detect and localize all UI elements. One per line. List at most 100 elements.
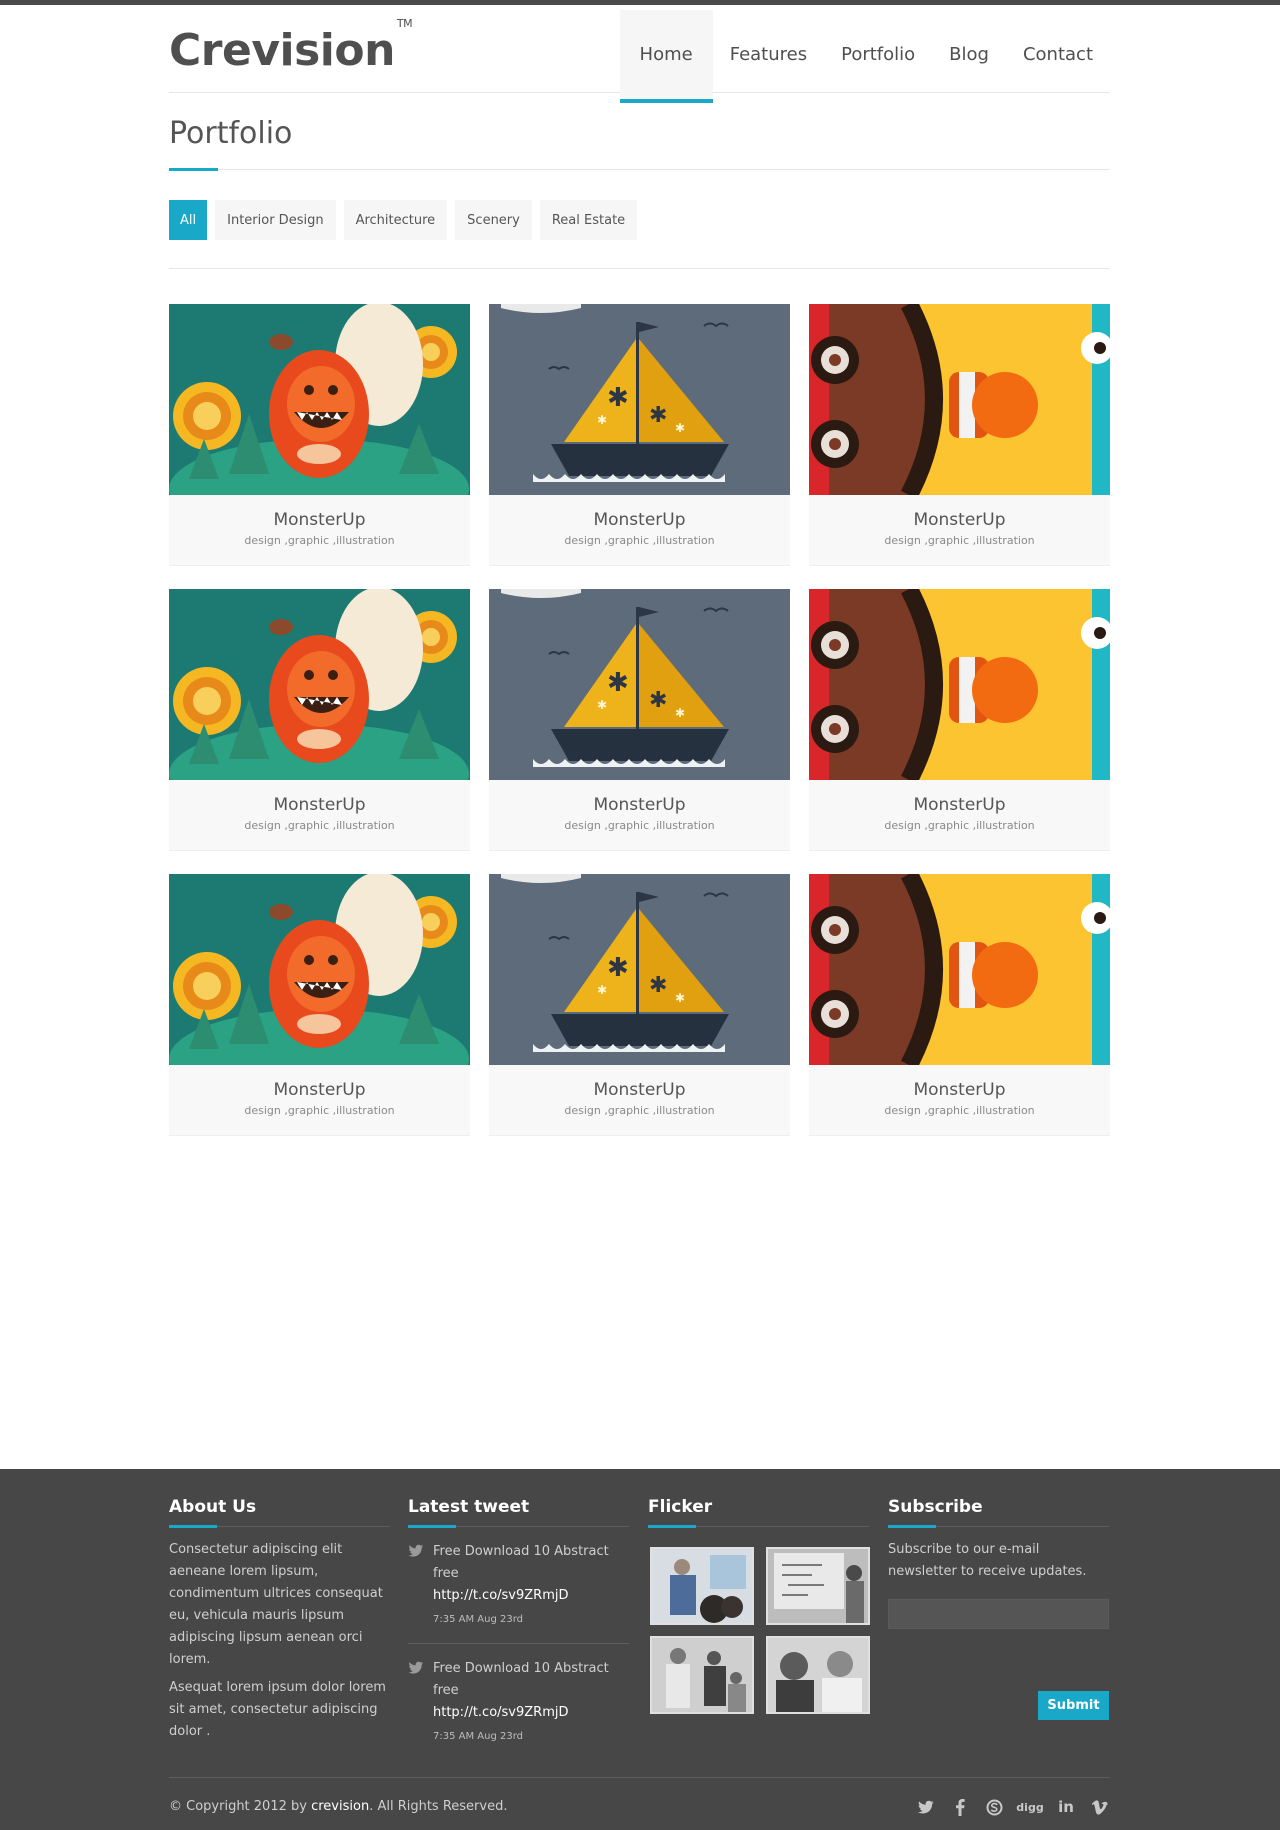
filter-all[interactable]: All xyxy=(169,200,208,240)
portfolio-item[interactable]: MonsterUp design ,graphic ,illustration xyxy=(169,589,470,851)
portfolio-item-tags: design ,graphic ,illustration xyxy=(884,534,1035,547)
copyright-brand-link[interactable]: crevision xyxy=(311,1799,369,1814)
main-nav: Home Features Portfolio Blog Contact xyxy=(619,10,1110,103)
subscribe-email-input[interactable] xyxy=(888,1599,1109,1629)
portfolio-item-tags: design ,graphic ,illustration xyxy=(244,819,395,832)
skype-icon[interactable] xyxy=(984,1797,1004,1817)
flickr-photo-grid xyxy=(650,1547,870,1714)
portfolio-thumbnail[interactable] xyxy=(809,589,1110,780)
nav-home[interactable]: Home xyxy=(619,10,713,103)
portfolio-item-tags: design ,graphic ,illustration xyxy=(244,1104,395,1117)
svg-text:✱: ✱ xyxy=(649,403,667,428)
svg-text:✱: ✱ xyxy=(597,698,607,712)
portfolio-thumbnail[interactable] xyxy=(809,304,1110,495)
portfolio-item[interactable]: MonsterUp design ,graphic ,illustration xyxy=(809,589,1110,851)
trademark-mark: TM xyxy=(396,17,413,31)
site-logo[interactable]: CrevisionTM xyxy=(169,17,413,76)
filter-real-estate[interactable]: Real Estate xyxy=(539,200,638,240)
portfolio-item-title[interactable]: MonsterUp xyxy=(489,795,790,815)
vimeo-icon[interactable] xyxy=(1090,1797,1110,1817)
portfolio-item-title[interactable]: MonsterUp xyxy=(489,510,790,530)
portfolio-item[interactable]: MonsterUp design ,graphic ,illustration xyxy=(809,874,1110,1136)
flickr-photo[interactable] xyxy=(766,1547,870,1625)
twitter-icon[interactable] xyxy=(916,1797,936,1817)
portfolio-thumbnail[interactable] xyxy=(169,304,470,495)
portfolio-item-title[interactable]: MonsterUp xyxy=(809,1080,1110,1100)
tweet-item: Free Download 10 Abstract free http://t.… xyxy=(408,1644,629,1760)
digg-icon[interactable]: digg xyxy=(1016,1797,1043,1817)
nav-features[interactable]: Features xyxy=(713,10,824,98)
footer-about: About Us Consectetur adipiscing elit aen… xyxy=(169,1497,390,1743)
footer-about-heading: About Us xyxy=(169,1497,390,1528)
tweet-time: 7:35 AM Aug 23rd xyxy=(433,1731,523,1742)
portfolio-item[interactable]: MonsterUp design ,graphic ,illustration xyxy=(809,304,1110,566)
portfolio-thumbnail[interactable] xyxy=(169,589,470,780)
portfolio-thumbnail[interactable]: ✱ ✱ ✱ ✱ xyxy=(489,589,790,780)
tweet-time: 7:35 AM Aug 23rd xyxy=(433,1614,523,1625)
portfolio-item-title[interactable]: MonsterUp xyxy=(169,1080,470,1100)
portfolio-item[interactable]: MonsterUp design ,graphic ,illustration xyxy=(169,304,470,566)
svg-text:✱: ✱ xyxy=(675,421,685,435)
twitter-bird-icon xyxy=(408,1543,425,1631)
site-header: CrevisionTM Home Features Portfolio Blog… xyxy=(169,5,1110,103)
footer-tweets: Latest tweet Free Download 10 Abstract f… xyxy=(408,1497,629,1760)
portfolio-item-tags: design ,graphic ,illustration xyxy=(244,534,395,547)
nav-contact[interactable]: Contact xyxy=(1006,10,1110,98)
svg-text:✱: ✱ xyxy=(607,383,629,413)
logo-text: Crevision xyxy=(169,25,395,76)
portfolio-filters: All Interior Design Architecture Scenery… xyxy=(169,200,638,240)
filters-divider xyxy=(169,268,1110,269)
footer-divider xyxy=(169,1777,1110,1778)
tweet-link[interactable]: http://t.co/sv9ZRmjD xyxy=(433,1585,629,1607)
portfolio-thumbnail[interactable]: ✱ ✱ ✱ ✱ xyxy=(489,874,790,1065)
portfolio-item-title[interactable]: MonsterUp xyxy=(809,795,1110,815)
filter-scenery[interactable]: Scenery xyxy=(455,200,532,240)
portfolio-item-title[interactable]: MonsterUp xyxy=(169,510,470,530)
footer-subscribe: Subscribe Subscribe to our e-mail newsle… xyxy=(888,1497,1109,1720)
site-footer: About Us Consectetur adipiscing elit aen… xyxy=(0,1469,1280,1830)
portfolio-thumbnail[interactable]: ✱ ✱ ✱ ✱ xyxy=(489,304,790,495)
portfolio-grid: MonsterUp design ,graphic ,illustration ✱… xyxy=(169,304,1110,1136)
flickr-photo[interactable] xyxy=(766,1636,870,1714)
portfolio-item[interactable]: ✱ ✱ ✱ ✱ MonsterUp design ,graphic ,illust… xyxy=(489,874,790,1136)
nav-portfolio[interactable]: Portfolio xyxy=(824,10,932,98)
filter-interior-design[interactable]: Interior Design xyxy=(215,200,336,240)
portfolio-item-title[interactable]: MonsterUp xyxy=(169,795,470,815)
flickr-photo[interactable] xyxy=(650,1547,754,1625)
svg-text:✱: ✱ xyxy=(649,688,667,713)
portfolio-item-tags: design ,graphic ,illustration xyxy=(564,1104,715,1117)
portfolio-item[interactable]: ✱ ✱ ✱ ✱ MonsterUp design ,graphic ,illust… xyxy=(489,589,790,851)
portfolio-item[interactable]: ✱ ✱ ✱ ✱ MonsterUp design ,graphic ,illust… xyxy=(489,304,790,566)
about-paragraph: Consectetur adipiscing elit aeneane lore… xyxy=(169,1542,383,1667)
tweet-text: Free Download 10 Abstract free xyxy=(433,1544,609,1581)
nav-blog[interactable]: Blog xyxy=(932,10,1006,98)
title-accent-underline xyxy=(169,168,218,171)
social-links: digg in xyxy=(916,1797,1110,1817)
portfolio-item-tags: design ,graphic ,illustration xyxy=(884,819,1035,832)
about-paragraph: Asequat lorem ipsum dolor lorem sit amet… xyxy=(169,1680,386,1739)
portfolio-thumbnail[interactable] xyxy=(169,874,470,1065)
portfolio-item-tags: design ,graphic ,illustration xyxy=(884,1104,1035,1117)
linkedin-icon[interactable]: in xyxy=(1056,1797,1076,1817)
tweet-item: Free Download 10 Abstract free http://t.… xyxy=(408,1527,629,1644)
portfolio-item[interactable]: MonsterUp design ,graphic ,illustration xyxy=(169,874,470,1136)
filter-architecture[interactable]: Architecture xyxy=(343,200,448,240)
tweet-link[interactable]: http://t.co/sv9ZRmjD xyxy=(433,1702,629,1724)
svg-text:✱: ✱ xyxy=(675,991,685,1005)
svg-text:✱: ✱ xyxy=(607,668,629,698)
flickr-photo[interactable] xyxy=(650,1636,754,1714)
portfolio-item-title[interactable]: MonsterUp xyxy=(809,510,1110,530)
subscribe-submit-button[interactable]: Submit xyxy=(1038,1691,1109,1720)
tweet-content: Free Download 10 Abstract free http://t.… xyxy=(433,1541,629,1631)
page-title-section: Portfolio xyxy=(169,112,1110,171)
copyright-prefix: © Copyright 2012 by xyxy=(169,1799,312,1814)
facebook-icon[interactable] xyxy=(950,1797,970,1817)
portfolio-thumbnail[interactable] xyxy=(809,874,1110,1065)
portfolio-item-title[interactable]: MonsterUp xyxy=(489,1080,790,1100)
svg-text:✱: ✱ xyxy=(675,706,685,720)
portfolio-item-tags: design ,graphic ,illustration xyxy=(564,819,715,832)
footer-flickr-heading: Flicker xyxy=(648,1497,869,1528)
footer-flickr: Flicker xyxy=(648,1497,870,1714)
page-title: Portfolio xyxy=(169,116,293,151)
svg-text:✱: ✱ xyxy=(597,413,607,427)
